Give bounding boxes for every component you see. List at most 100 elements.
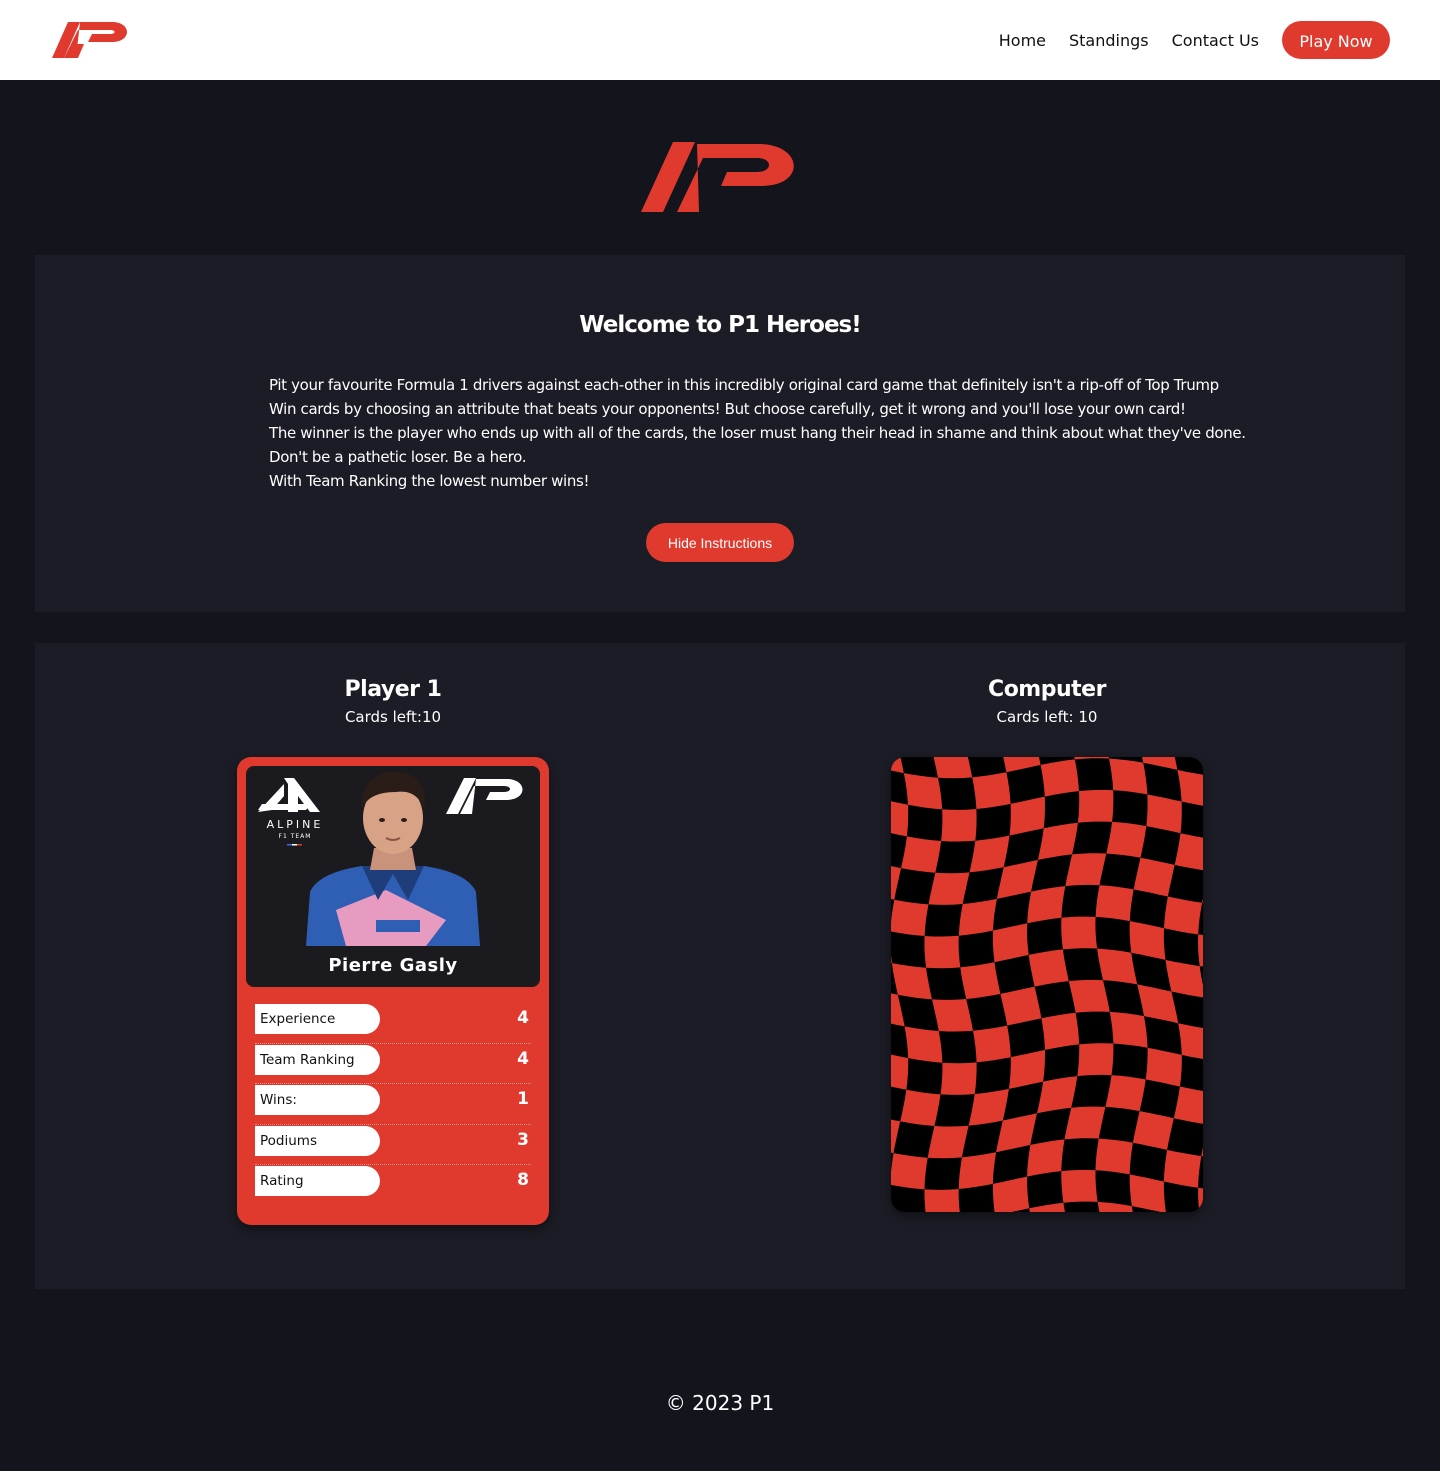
stat-value: 8 xyxy=(517,1170,529,1190)
flag-square xyxy=(1028,949,1069,987)
flag-square xyxy=(1133,857,1175,897)
flag-square xyxy=(1095,885,1134,922)
flag-square xyxy=(903,773,943,810)
flag-square xyxy=(968,1088,1009,1126)
driver-photo xyxy=(306,771,480,946)
flag-square xyxy=(972,772,1011,809)
flag-square xyxy=(901,836,942,873)
stat-label: Wins: xyxy=(255,1085,380,1115)
computer-cards-left: Cards left: 10 xyxy=(996,708,1098,726)
play-now-button[interactable]: Play Now xyxy=(1282,21,1390,59)
site-header: Home Standings Contact Us Play Now xyxy=(0,0,1440,80)
flag-square xyxy=(1037,1076,1078,1114)
flag-square xyxy=(1061,916,1098,950)
game-panel: Player 1 Cards left:10 ALPINE F1 TEAM Pi… xyxy=(35,643,1405,1289)
flag-square xyxy=(1106,821,1147,858)
stat-value: 1 xyxy=(517,1089,529,1109)
flag-square xyxy=(1201,1147,1203,1157)
flag-square xyxy=(958,1152,997,1189)
flag-square xyxy=(1077,1043,1114,1077)
stat-wins[interactable]: Wins: 1 xyxy=(255,1084,531,1125)
flag-square xyxy=(1173,1086,1203,1124)
instructions-text: Pit your favourite Formula 1 drivers aga… xyxy=(269,373,1246,493)
nav-contact-link[interactable]: Contact Us xyxy=(1172,31,1259,50)
flag-square xyxy=(1129,921,1166,960)
flag-square xyxy=(932,999,973,1032)
flag-square xyxy=(940,1062,977,1095)
flag-square xyxy=(924,1189,960,1212)
flag-square xyxy=(958,898,997,936)
card-photo-area: ALPINE F1 TEAM Pierre Gasly xyxy=(246,766,540,987)
flag-square xyxy=(928,872,970,905)
hide-instructions-button[interactable]: Hide Instructions xyxy=(646,523,794,562)
instruction-line: Pit your favourite Formula 1 drivers aga… xyxy=(269,376,1219,394)
instruction-line: With Team Ranking the lowest number wins… xyxy=(269,472,590,490)
stat-label: Rating xyxy=(255,1166,380,1196)
flag-square xyxy=(1003,757,1041,773)
flag-square xyxy=(891,1119,901,1154)
flag-square xyxy=(960,962,1001,999)
flag-square xyxy=(891,899,929,936)
flag-square xyxy=(1129,1174,1166,1212)
flag-square xyxy=(1040,759,1079,797)
flag-square xyxy=(1027,886,1066,924)
flag-square xyxy=(1061,1169,1098,1203)
checkered-flag-pattern-icon xyxy=(891,757,1203,1212)
player-card: ALPINE F1 TEAM Pierre Gasly Experience 4… xyxy=(237,757,549,1225)
flag-square xyxy=(1198,1187,1203,1212)
flag-square xyxy=(941,809,977,842)
instruction-line: Don't be a pathetic loser. Be a hero. xyxy=(269,448,527,466)
flag-square xyxy=(891,1054,909,1090)
flag-square xyxy=(1097,948,1138,985)
instructions-title: Welcome to P1 Heroes! xyxy=(579,312,861,338)
player-cards-left: Cards left:10 xyxy=(344,708,442,726)
flag-square xyxy=(1174,833,1203,871)
stat-experience[interactable]: Experience 4 xyxy=(255,1003,531,1044)
flag-square xyxy=(891,866,902,900)
nav-standings-link[interactable]: Standings xyxy=(1069,31,1149,50)
computer-name: Computer xyxy=(988,677,1106,702)
card-stats: Experience 4 Team Ranking 4 Wins: 1 Podi… xyxy=(255,1003,531,1206)
player-name: Player 1 xyxy=(344,677,442,702)
stat-podiums[interactable]: Podiums 3 xyxy=(255,1125,531,1165)
flag-square xyxy=(969,835,1010,873)
stat-rating[interactable]: Rating 8 xyxy=(255,1165,531,1206)
flag-square xyxy=(1029,1202,1065,1212)
flag-square xyxy=(1164,896,1203,935)
instructions-panel: Welcome to P1 Heroes! Pit your favourite… xyxy=(35,255,1405,612)
flag-square xyxy=(1178,1023,1203,1060)
flag-square xyxy=(891,963,932,1000)
flag-square xyxy=(1064,1106,1106,1140)
flag-square xyxy=(1146,794,1182,834)
main-nav: Home Standings Contact Us Play Now xyxy=(976,21,1390,59)
stat-value: 4 xyxy=(517,1048,529,1069)
flag-square xyxy=(1000,986,1042,1026)
flag-square xyxy=(1041,1012,1080,1050)
flag-square xyxy=(891,757,904,774)
stat-value: 4 xyxy=(517,1008,529,1028)
player-1-column: Player 1 Cards left:10 ALPINE F1 TEAM Pi… xyxy=(237,643,549,1225)
flag-square xyxy=(1105,1075,1146,1112)
hero-p1-logo-icon xyxy=(641,142,794,212)
stat-value: 3 xyxy=(517,1129,529,1150)
flag-square xyxy=(1009,796,1045,836)
p1-logo-icon[interactable] xyxy=(50,22,130,58)
flag-square xyxy=(891,801,909,837)
flag-square xyxy=(891,1153,928,1190)
flag-square xyxy=(933,757,973,779)
computer-card-back xyxy=(891,757,1203,1212)
driver-name: Pierre Gasly xyxy=(328,955,458,976)
flag-square xyxy=(1037,822,1078,860)
flag-square xyxy=(900,1089,941,1126)
flag-square xyxy=(1027,1139,1065,1177)
flag-square xyxy=(1109,1011,1148,1048)
flag-square xyxy=(1109,758,1148,795)
flag-square xyxy=(1198,934,1203,967)
flag-square xyxy=(904,1026,943,1063)
nav-home-link[interactable]: Home xyxy=(999,31,1046,50)
flag-square xyxy=(1202,898,1203,903)
stat-team-ranking[interactable]: Team Ranking 4 xyxy=(255,1044,531,1084)
flag-square xyxy=(1077,789,1114,823)
flag-square xyxy=(1068,979,1110,1013)
flag-square xyxy=(1132,1111,1174,1150)
